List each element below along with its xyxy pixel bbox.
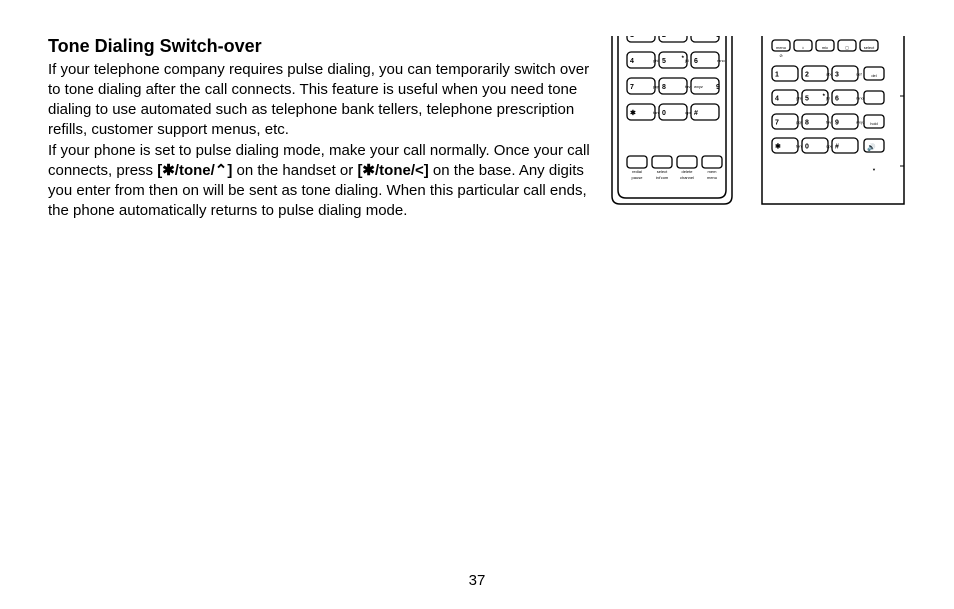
svg-text:8: 8 — [805, 119, 809, 126]
svg-text:hold: hold — [870, 121, 878, 126]
svg-text:0: 0 — [805, 143, 809, 150]
svg-text:delete: delete — [682, 169, 694, 174]
svg-text:ghi: ghi — [796, 96, 801, 101]
svg-text:5: 5 — [805, 95, 809, 102]
svg-text:def: def — [856, 72, 862, 77]
p2-text-b: on the handset or — [232, 162, 357, 179]
document-page: 12abc3def4ghi5jkl★6mno7pqrs8tuv9wxyz✱ton… — [0, 0, 954, 609]
svg-text:✱: ✱ — [775, 142, 781, 150]
svg-text:4: 4 — [775, 95, 779, 102]
svg-text:3: 3 — [716, 36, 720, 39]
svg-text:5: 5 — [662, 58, 666, 65]
svg-text:7: 7 — [775, 119, 779, 126]
svg-text:3: 3 — [835, 71, 839, 78]
svg-text:menu: menu — [776, 45, 786, 50]
svg-text:int'com: int'com — [656, 175, 669, 180]
svg-text:2: 2 — [662, 36, 666, 39]
svg-text:▢: ▢ — [845, 45, 849, 50]
svg-text:def: def — [694, 36, 700, 37]
svg-text:tuv: tuv — [826, 120, 831, 125]
svg-text:1: 1 — [630, 36, 634, 39]
keypad-svg: 12abc3def4ghi5jkl★6mno7pqrs8tuv9wxyz✱ton… — [606, 36, 906, 208]
svg-text:jkl: jkl — [684, 58, 689, 63]
svg-text:ghi: ghi — [653, 58, 658, 63]
handset-key-label: [✱/tone/⌃] — [157, 162, 232, 179]
svg-text:4: 4 — [630, 58, 634, 65]
svg-text:⊘: ⊘ — [779, 53, 782, 58]
svg-text:9: 9 — [716, 84, 720, 91]
keypad-illustration: 12abc3def4ghi5jkl★6mno7pqrs8tuv9wxyz✱ton… — [606, 36, 906, 208]
svg-text:0: 0 — [662, 110, 666, 117]
svg-text:mno: mno — [717, 58, 726, 63]
svg-text:jkl: jkl — [825, 96, 830, 101]
svg-text:del: del — [871, 73, 876, 78]
svg-text:mno: mno — [856, 96, 865, 101]
svg-text:6: 6 — [694, 58, 698, 65]
svg-text:7: 7 — [630, 84, 634, 91]
svg-text:#: # — [694, 110, 698, 117]
svg-text:★: ★ — [822, 92, 826, 97]
svg-text:pause: pause — [632, 175, 644, 180]
svg-text:🔊: 🔊 — [867, 142, 876, 151]
svg-text:1: 1 — [775, 71, 779, 78]
base-key-label: [✱/tone/<] — [357, 162, 428, 179]
svg-text:▼: ▼ — [872, 167, 876, 172]
svg-text:menu: menu — [707, 175, 717, 180]
page-number: 37 — [0, 572, 954, 589]
svg-text:8: 8 — [662, 84, 666, 91]
svg-text:2: 2 — [805, 71, 809, 78]
svg-text:mem: mem — [708, 169, 718, 174]
svg-text:#: # — [835, 143, 839, 150]
svg-text:wxyz: wxyz — [694, 84, 703, 89]
svg-text:channel: channel — [680, 175, 694, 180]
svg-text:redial: redial — [632, 169, 642, 174]
svg-text:✱: ✱ — [630, 109, 636, 117]
svg-text:select: select — [864, 45, 875, 50]
svg-text:9: 9 — [835, 119, 839, 126]
svg-text:6: 6 — [835, 95, 839, 102]
svg-text:mic: mic — [822, 45, 828, 50]
svg-text:select: select — [657, 169, 668, 174]
svg-text:tuv: tuv — [685, 84, 690, 89]
svg-text:★: ★ — [681, 54, 685, 59]
